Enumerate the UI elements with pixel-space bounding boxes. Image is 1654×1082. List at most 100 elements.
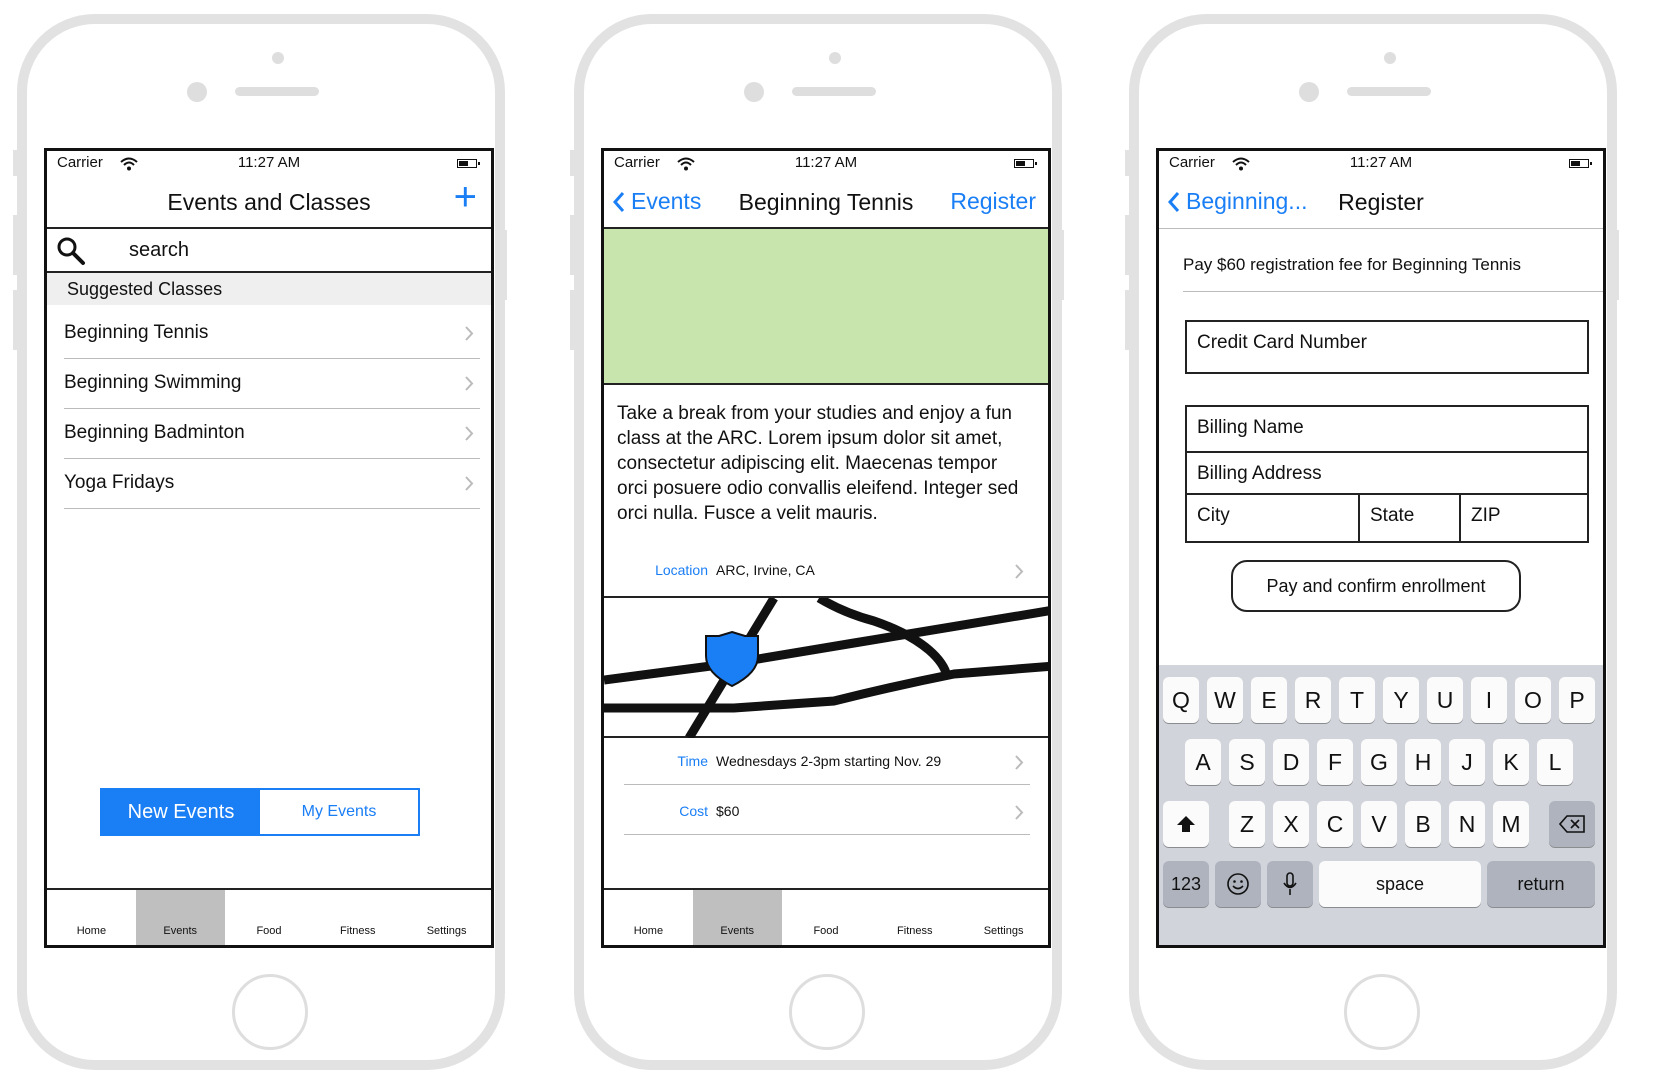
key-u[interactable]: U [1427, 677, 1463, 723]
key-g[interactable]: G [1361, 739, 1397, 785]
return-key[interactable]: return [1487, 861, 1595, 907]
map-pin-icon [705, 630, 759, 688]
earpiece-speaker [792, 87, 876, 96]
tab-food[interactable]: Food [225, 890, 314, 945]
earpiece-speaker [1347, 87, 1431, 96]
key-s[interactable]: S [1229, 739, 1265, 785]
numbers-key[interactable]: 123 [1163, 861, 1209, 907]
key-n[interactable]: N [1449, 801, 1485, 847]
key-k[interactable]: K [1493, 739, 1529, 785]
key-w[interactable]: W [1207, 677, 1243, 723]
list-item[interactable]: Yoga Fridays [64, 459, 480, 509]
location-value: ARC, Irvine, CA [716, 562, 815, 578]
zip-field[interactable]: ZIP [1459, 493, 1589, 543]
tab-bar: Home Events Food Fitness Settings [604, 888, 1048, 945]
home-button[interactable] [232, 974, 308, 1050]
key-h[interactable]: H [1405, 739, 1441, 785]
key-t[interactable]: T [1339, 677, 1375, 723]
battery-icon [1569, 159, 1592, 168]
search-bar[interactable]: search [47, 229, 491, 273]
state-placeholder: State [1370, 505, 1415, 526]
segment-new-events[interactable]: New Events [102, 790, 260, 834]
power-button [1613, 230, 1619, 300]
key-f[interactable]: F [1317, 739, 1353, 785]
credit-card-field[interactable]: Credit Card Number [1185, 320, 1589, 374]
event-detail-screen: Carrier 11:27 AM Events Beginning Tennis… [601, 148, 1051, 948]
billing-address-field[interactable]: Billing Address [1185, 451, 1589, 495]
plus-icon[interactable]: + [454, 177, 477, 217]
key-x[interactable]: X [1273, 801, 1309, 847]
key-a[interactable]: A [1185, 739, 1221, 785]
search-input[interactable]: search [129, 239, 189, 262]
segment-my-events[interactable]: My Events [260, 790, 418, 834]
location-row[interactable]: Location ARC, Irvine, CA [624, 548, 1030, 594]
list-item[interactable]: Beginning Badminton [64, 409, 480, 459]
key-j[interactable]: J [1449, 739, 1485, 785]
cost-row[interactable]: Cost $60 [624, 789, 1030, 835]
chevron-right-icon [1015, 755, 1024, 773]
chevron-right-icon [465, 376, 474, 396]
page-title: Register [1338, 189, 1424, 215]
emoji-icon [1227, 873, 1249, 895]
tab-home[interactable]: Home [47, 890, 136, 945]
space-key[interactable]: space [1319, 861, 1481, 907]
tab-events[interactable]: Events [135, 890, 225, 945]
status-bar: Carrier 11:27 AM [604, 151, 1048, 175]
key-b[interactable]: B [1405, 801, 1441, 847]
tab-label: Events [720, 925, 755, 937]
microphone-key[interactable] [1267, 861, 1313, 907]
key-y[interactable]: Y [1383, 677, 1419, 723]
tab-label: Events [163, 925, 198, 937]
pay-confirm-button[interactable]: Pay and confirm enrollment [1231, 560, 1521, 612]
tab-food[interactable]: Food [782, 890, 871, 945]
register-button[interactable]: Register [950, 188, 1036, 215]
location-map[interactable] [604, 594, 1048, 741]
key-i[interactable]: I [1471, 677, 1507, 723]
city-placeholder: City [1197, 505, 1230, 526]
tab-settings[interactable]: Settings [402, 890, 491, 945]
backspace-key[interactable] [1549, 801, 1595, 847]
key-q[interactable]: Q [1163, 677, 1199, 723]
key-m[interactable]: M [1493, 801, 1529, 847]
key-l[interactable]: L [1537, 739, 1573, 785]
home-button[interactable] [1344, 974, 1420, 1050]
power-button [501, 230, 507, 300]
tab-events[interactable]: Events [692, 890, 782, 945]
front-camera [744, 82, 764, 102]
tab-label: Settings [426, 925, 467, 937]
tab-settings[interactable]: Settings [959, 890, 1048, 945]
key-z[interactable]: Z [1229, 801, 1265, 847]
city-field[interactable]: City [1185, 493, 1360, 543]
key-v[interactable]: V [1361, 801, 1397, 847]
chevron-right-icon [1015, 564, 1024, 582]
tab-fitness[interactable]: Fitness [870, 890, 959, 945]
navigation-bar: Events and Classes + [47, 175, 491, 229]
status-time: 11:27 AM [1349, 154, 1413, 171]
key-r[interactable]: R [1295, 677, 1331, 723]
key-c[interactable]: C [1317, 801, 1353, 847]
front-camera [1299, 82, 1319, 102]
key-d[interactable]: D [1273, 739, 1309, 785]
state-field[interactable]: State [1358, 493, 1461, 543]
section-header-label: Suggested Classes [67, 279, 223, 299]
emoji-key[interactable] [1215, 861, 1261, 907]
register-screen: Carrier 11:27 AM Beginning... Register P… [1156, 148, 1606, 948]
tab-label: Food [256, 925, 282, 937]
key-e[interactable]: E [1251, 677, 1287, 723]
time-row[interactable]: Time Wednesdays 2-3pm starting Nov. 29 [624, 739, 1030, 785]
tab-bar: Home Events Food Fitness Settings [47, 888, 491, 945]
key-p[interactable]: P [1559, 677, 1595, 723]
proximity-sensor [829, 52, 841, 64]
billing-name-field[interactable]: Billing Name [1185, 405, 1589, 453]
tab-fitness[interactable]: Fitness [313, 890, 402, 945]
key-o[interactable]: O [1515, 677, 1551, 723]
chevron-right-icon [465, 326, 474, 346]
fee-description: Pay $60 registration fee for Beginning T… [1183, 255, 1522, 274]
tab-home[interactable]: Home [604, 890, 693, 945]
home-button[interactable] [789, 974, 865, 1050]
list-item[interactable]: Beginning Swimming [64, 359, 480, 409]
volume-down-button [13, 290, 19, 350]
list-item[interactable]: Beginning Tennis [64, 309, 480, 359]
shift-key[interactable] [1163, 801, 1209, 847]
credit-card-placeholder: Credit Card Number [1197, 332, 1367, 353]
